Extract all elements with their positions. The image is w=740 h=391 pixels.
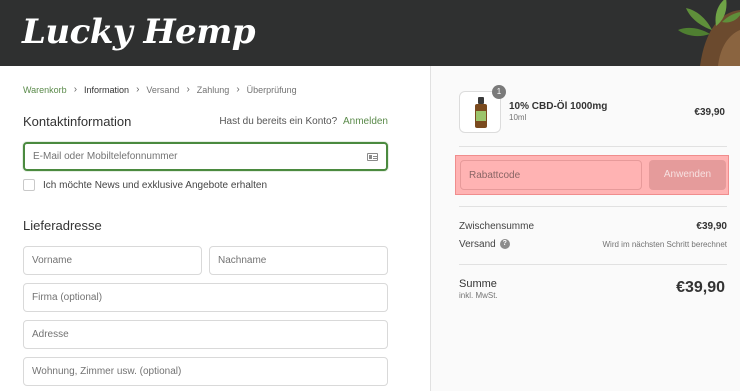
breadcrumb-shipping: Versand (146, 84, 180, 95)
subtotal-row: Zwischensumme €39,90 (459, 221, 727, 232)
subtotal-label: Zwischensumme (459, 221, 535, 232)
breadcrumb-cart[interactable]: Warenkorb (23, 85, 67, 95)
quantity-badge: 1 (492, 85, 506, 99)
apartment-input[interactable] (32, 358, 387, 385)
chevron-right-icon: › (73, 84, 78, 95)
contact-card-icon (367, 153, 378, 161)
apartment-field[interactable] (23, 357, 388, 386)
shipping-section-title: Lieferadresse (23, 218, 102, 233)
product-price: €39,90 (694, 107, 725, 118)
last-name-field[interactable] (209, 246, 388, 275)
company-input[interactable] (32, 284, 387, 311)
newsletter-checkbox[interactable] (23, 179, 35, 191)
address-input[interactable] (32, 321, 387, 348)
chevron-right-icon: › (236, 84, 240, 95)
checkout-form: Warenkorb › Information › Versand › Zahl… (0, 66, 430, 391)
apply-discount-button[interactable]: Anwenden (649, 160, 726, 190)
first-name-field[interactable] (23, 246, 202, 275)
discount-section: Anwenden (455, 155, 729, 195)
discount-code-field[interactable] (460, 160, 642, 190)
account-prompt-text: Hast du bereits ein Konto? (219, 116, 338, 127)
newsletter-option[interactable]: Ich möchte News und exklusive Angebote e… (23, 179, 267, 191)
company-field[interactable] (23, 283, 388, 312)
order-summary: 1 10% CBD-Öl 1000mg 10ml €39,90 Anwenden… (430, 66, 740, 391)
chevron-right-icon: › (136, 84, 140, 95)
email-input[interactable] (33, 144, 386, 169)
login-link[interactable]: Anmelden (343, 116, 388, 127)
help-icon[interactable]: ? (499, 239, 510, 250)
breadcrumb-information: Information (84, 84, 130, 95)
site-header: Lucky Hemp (0, 0, 740, 66)
shipping-label: Versand (459, 239, 496, 250)
total-value: €39,90 (676, 279, 725, 296)
divider (459, 264, 727, 265)
breadcrumb-payment: Zahlung (196, 84, 230, 95)
cbd-bottle-icon (475, 97, 487, 128)
product-name: 10% CBD-Öl 1000mg (509, 101, 608, 112)
shipping-value: Wird im nächsten Schritt berechnet (602, 240, 728, 249)
address-field[interactable] (23, 320, 388, 349)
divider (459, 146, 727, 147)
total-label: Summe (459, 278, 497, 290)
breadcrumb: Warenkorb › Information › Versand › Zahl… (23, 84, 297, 95)
brand-logo[interactable]: Lucky Hemp (22, 8, 255, 56)
email-field[interactable] (23, 142, 388, 171)
total-tax-note: inkl. MwSt. (459, 291, 498, 300)
subtotal-value: €39,90 (696, 221, 727, 232)
discount-code-input[interactable] (469, 161, 641, 189)
first-name-input[interactable] (32, 247, 201, 274)
divider (459, 206, 727, 207)
breadcrumb-review: Überprüfung (246, 84, 297, 95)
chevron-right-icon: › (186, 84, 190, 95)
shipping-row: Versand? Wird im nächsten Schritt berech… (459, 239, 727, 250)
contact-section-title: Kontaktinformation (23, 114, 132, 129)
hemp-leaf-decoration (678, 0, 740, 66)
product-variant: 10ml (509, 113, 527, 122)
last-name-input[interactable] (218, 247, 387, 274)
account-prompt: Hast du bereits ein Konto? Anmelden (219, 116, 388, 127)
newsletter-label: Ich möchte News und exklusive Angebote e… (43, 179, 268, 191)
